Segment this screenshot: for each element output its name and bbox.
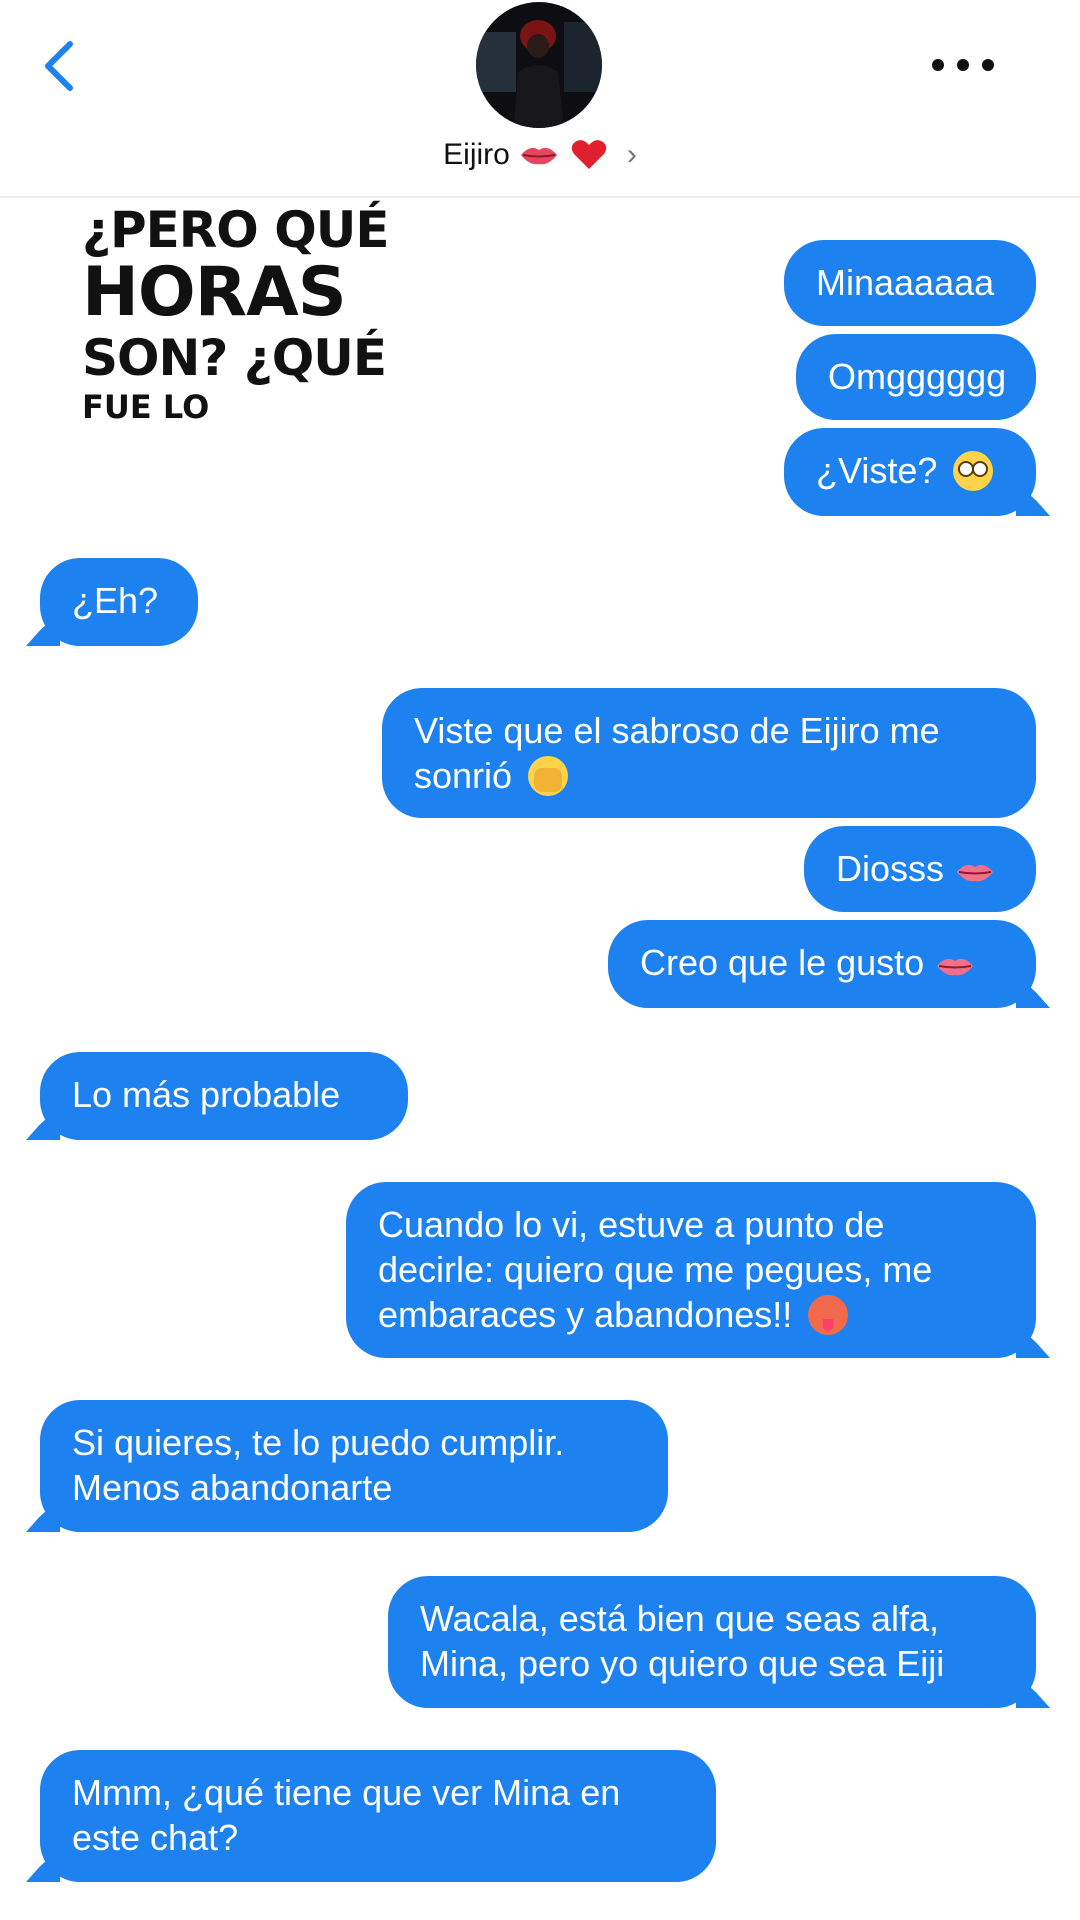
sent-message-bubble[interactable]: Viste que el sabroso de Eijiro me sonrió [382,688,1036,818]
meme-line-3: SON? ¿QUÉ [82,329,387,387]
received-message-bubble[interactable]: ¿Eh? [40,558,198,646]
message-text: Si quieres, te lo puedo cumplir. Menos a… [72,1422,565,1508]
message-text: Lo más probable [72,1074,341,1115]
sent-message-bubble[interactable]: Creo que le gusto [608,920,1036,1008]
message-text: Viste que el sabroso de Eijiro me sonrió [414,710,940,796]
meme-line-4: FUE LO [82,388,210,426]
sent-message-bubble[interactable]: Diosss [804,826,1036,912]
heart-icon [571,140,606,169]
chevron-right-icon: › [626,138,637,171]
sent-message-bubble[interactable]: ¿Viste? [784,428,1036,516]
received-message-bubble[interactable]: Si quieres, te lo puedo cumplir. Menos a… [40,1400,668,1532]
message-text: ¿Eh? [72,580,159,621]
received-message-bubble[interactable]: Mmm, ¿qué tiene que ver Mina en este cha… [40,1750,716,1882]
flushed-face-icon [953,451,994,491]
message-text: Wacala, está bien que seas alfa, Mina, p… [420,1598,945,1684]
meme-line-1: ¿PERO QUÉ [82,201,389,259]
message-text: Minaaaaaa [816,262,995,303]
chat-header: Eijiro › [0,0,1080,198]
contact-avatar[interactable] [476,2,602,128]
contact-name: Eijiro [443,138,510,171]
contact-name-row[interactable]: Eijiro › [0,138,1080,172]
lips-icon [957,864,994,882]
back-button[interactable] [38,34,86,98]
message-text: Diosss [836,848,945,889]
message-text: Creo que le gusto [640,942,925,983]
hot-face-icon [808,1295,849,1335]
more-options-button[interactable] [928,50,998,80]
meme-line-2: HORAS [82,253,347,332]
received-message-bubble[interactable]: Lo más probable [40,1052,408,1140]
face-with-hands-over-mouth-icon [528,756,569,796]
message-text: Omgggggg [828,356,1007,397]
meme-sticker[interactable]: ¿PERO QUÉ HORAS SON? ¿QUÉ FUE LO [82,205,412,423]
sent-message-bubble[interactable]: Wacala, está bien que seas alfa, Mina, p… [388,1576,1036,1708]
lips-icon [521,147,558,165]
sent-message-bubble[interactable]: Cuando lo vi, estuve a punto de decirle:… [346,1182,1036,1358]
message-text: Mmm, ¿qué tiene que ver Mina en este cha… [72,1772,621,1858]
sent-message-bubble[interactable]: Minaaaaaa [784,240,1036,326]
sent-message-bubble[interactable]: Omgggggg [796,334,1036,420]
lips-icon [937,958,974,976]
message-text: Cuando lo vi, estuve a punto de decirle:… [378,1204,933,1335]
chevron-left-icon [45,41,73,91]
more-horizontal-icon [932,59,994,71]
message-text: ¿Viste? [816,450,938,491]
